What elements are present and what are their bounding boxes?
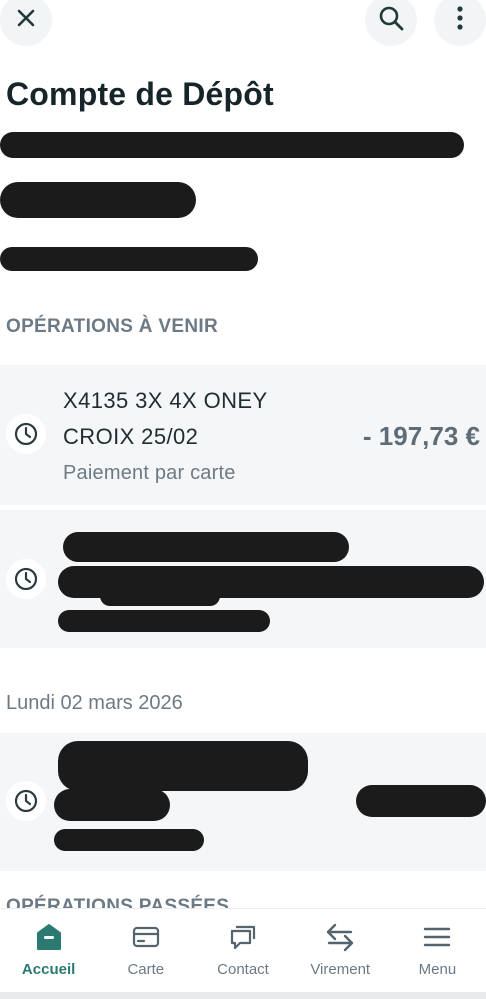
close-button[interactable] — [0, 0, 52, 46]
system-home-bar — [0, 992, 486, 999]
redacted-operation-text — [54, 789, 170, 821]
upcoming-operations-title: OPÉRATIONS À VENIR — [6, 316, 218, 337]
nav-contact[interactable]: Contact — [194, 909, 291, 992]
nav-virement[interactable]: Virement — [292, 909, 389, 992]
nav-label: Contact — [217, 961, 269, 978]
nav-label: Menu — [418, 961, 457, 978]
chat-icon — [225, 919, 261, 955]
operation-label-line2: CROIX 25/02 — [63, 424, 199, 449]
redacted-operation-text — [63, 532, 349, 562]
clock-icon — [6, 781, 46, 821]
redacted-account-line — [0, 132, 464, 158]
clock-icon — [6, 414, 46, 454]
operation-item[interactable] — [0, 510, 486, 648]
operation-item[interactable]: X4135 3X 4X ONEY CROIX 25/02 Paiement pa… — [0, 365, 486, 505]
more-options-button[interactable] — [434, 0, 486, 46]
clock-icon — [6, 559, 46, 599]
nav-accueil[interactable]: Accueil — [0, 909, 97, 992]
redacted-account-line — [0, 182, 196, 218]
nav-label: Virement — [310, 961, 371, 978]
redacted-account-line — [0, 247, 258, 271]
date-group-label: Lundi 02 mars 2026 — [6, 692, 183, 714]
nav-label: Accueil — [21, 961, 76, 978]
bottom-navigation: Accueil Carte Contact Virement Menu — [0, 908, 486, 992]
redacted-operation-text — [54, 829, 204, 851]
card-icon — [128, 919, 164, 955]
transfer-icon — [322, 919, 358, 955]
redacted-operation-text — [100, 586, 220, 606]
home-icon — [31, 919, 67, 955]
search-button[interactable] — [365, 0, 417, 46]
redacted-operation-text — [58, 741, 308, 791]
nav-menu[interactable]: Menu — [389, 909, 486, 992]
operation-item[interactable] — [0, 733, 486, 871]
operation-amount: - 197,73 € — [362, 421, 480, 451]
nav-label: Carte — [127, 961, 165, 978]
menu-icon — [419, 919, 455, 955]
page-title: Compte de Dépôt — [6, 76, 274, 112]
redacted-operation-text — [58, 610, 270, 632]
more-vertical-icon — [455, 5, 465, 36]
operation-type: Paiement par carte — [63, 462, 236, 484]
search-icon — [377, 4, 405, 37]
nav-carte[interactable]: Carte — [97, 909, 194, 992]
redacted-amount — [356, 785, 486, 817]
operation-label-line1: X4135 3X 4X ONEY — [63, 388, 268, 413]
close-icon — [15, 7, 37, 34]
